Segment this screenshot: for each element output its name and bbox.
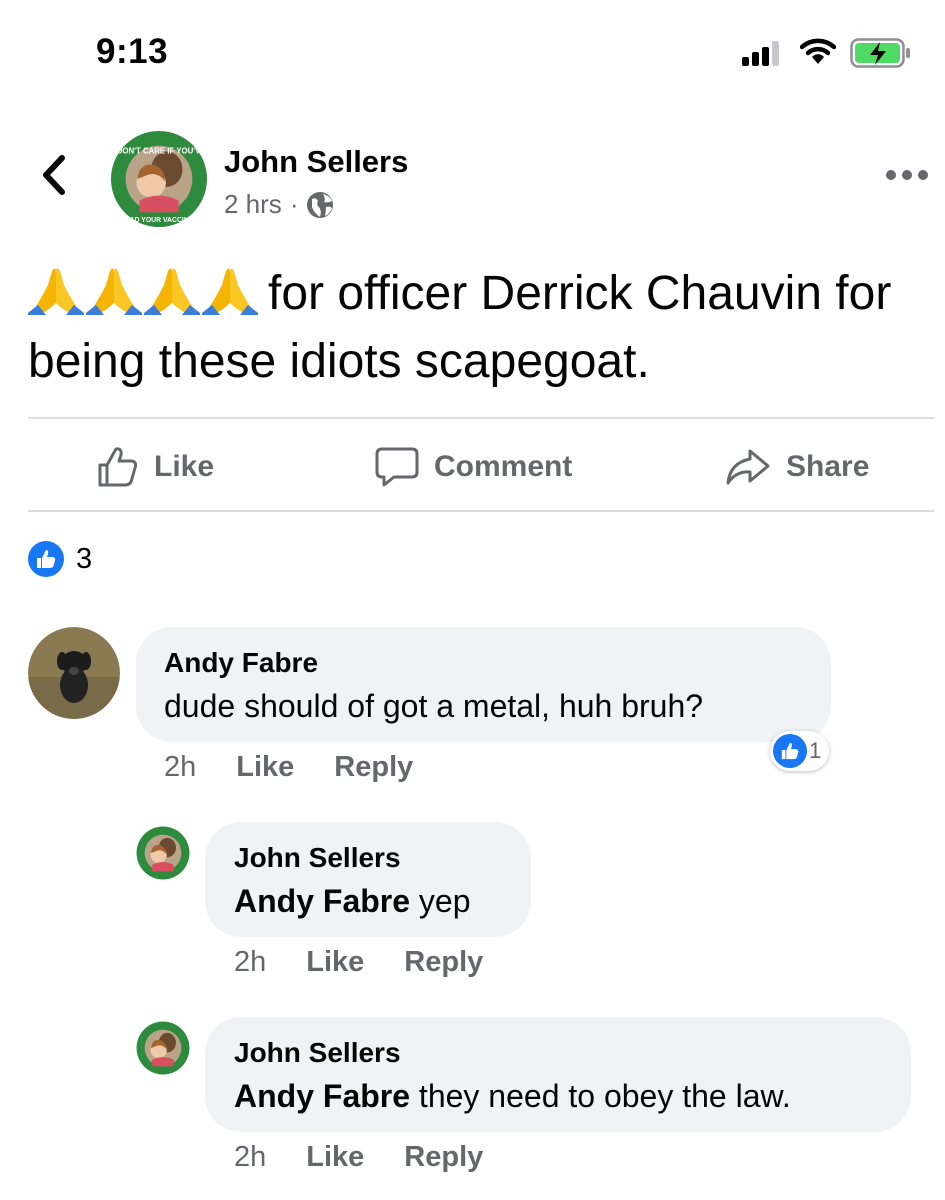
- like-button-label: Like: [154, 450, 215, 483]
- back-chevron-icon[interactable]: [34, 150, 74, 200]
- praying-hands-icon: [144, 268, 200, 315]
- globe-icon: [307, 191, 334, 218]
- reactions-summary[interactable]: 3: [28, 541, 92, 577]
- like-button[interactable]: Like: [96, 445, 214, 489]
- comment-author[interactable]: John Sellers: [234, 1037, 401, 1069]
- praying-hands-icon: [86, 268, 142, 315]
- divider-bottom: [28, 510, 934, 512]
- comment-like-button[interactable]: Like: [236, 751, 294, 784]
- comment-reply-button[interactable]: Reply: [404, 1141, 483, 1174]
- divider-top: [28, 417, 934, 419]
- comment-actions: 2h Like Reply: [164, 751, 453, 784]
- comment-button[interactable]: Comment: [374, 445, 572, 489]
- cellular-signal-icon: [742, 40, 782, 66]
- comment-time[interactable]: 2h: [234, 1141, 266, 1174]
- meta-separator: ·: [289, 189, 299, 219]
- comment-body: yep: [410, 883, 471, 919]
- share-button-label: Share: [786, 450, 870, 483]
- comment-body: they need to obey the law.: [410, 1078, 791, 1114]
- battery-charging-icon: [850, 38, 910, 68]
- comment-time[interactable]: 2h: [164, 751, 196, 784]
- reply-author-avatar[interactable]: [136, 826, 190, 880]
- comment-body: dude should of got a metal, huh bruh?: [164, 688, 704, 724]
- like-reaction-icon: [773, 734, 807, 768]
- post-meta: 2 hrs ·: [224, 189, 334, 220]
- comment-reply-button[interactable]: Reply: [404, 946, 483, 979]
- reaction-count: 3: [76, 542, 93, 575]
- commenter-avatar-dog[interactable]: [28, 627, 120, 719]
- comment-author[interactable]: John Sellers: [234, 842, 401, 874]
- comment-time[interactable]: 2h: [234, 946, 266, 979]
- post-author-name[interactable]: John Sellers: [224, 144, 408, 180]
- avatar-badge-top-text: I DON'T CARE IF YOU'VE: [112, 147, 205, 156]
- comment-button-label: Comment: [434, 450, 573, 483]
- comment-reaction-count: 1: [809, 738, 822, 763]
- comment-reaction-badge[interactable]: 1: [770, 731, 830, 771]
- comment-text: Andy Fabre yep: [234, 883, 471, 920]
- comment-actions: 2h Like Reply: [234, 946, 523, 979]
- wifi-icon: [800, 38, 836, 64]
- comment-bubble-icon: [375, 447, 419, 487]
- share-arrow-icon: [726, 449, 770, 485]
- comment-like-button[interactable]: Like: [306, 946, 364, 979]
- like-reaction-icon: [28, 541, 64, 577]
- comment-actions: 2h Like Reply: [234, 1141, 523, 1174]
- post-time[interactable]: 2 hrs: [224, 189, 282, 220]
- praying-hands-icon: [28, 268, 84, 315]
- share-button[interactable]: Share: [724, 445, 869, 489]
- status-time: 9:13: [96, 32, 169, 71]
- reply-author-avatar[interactable]: [136, 1021, 190, 1075]
- author-avatar[interactable]: I DON'T CARE IF YOU'VE HAD YOUR VACCINE: [110, 130, 208, 228]
- comment-text: dude should of got a metal, huh bruh?: [164, 688, 703, 725]
- comment-like-button[interactable]: Like: [306, 1141, 364, 1174]
- thumbs-up-outline-icon: [98, 447, 138, 487]
- more-options-icon[interactable]: [886, 170, 930, 184]
- comment-reply-button[interactable]: Reply: [334, 751, 413, 784]
- praying-hands-emoji-row: [28, 263, 258, 315]
- post-text: for officer Derrick Chauvin for being th…: [28, 260, 928, 396]
- comment-author[interactable]: Andy Fabre: [164, 647, 318, 679]
- avatar-badge-bottom-text: HAD YOUR VACCINE: [125, 217, 194, 224]
- praying-hands-icon: [202, 268, 258, 315]
- comment-mention[interactable]: Andy Fabre: [234, 1078, 410, 1114]
- comment-mention[interactable]: Andy Fabre: [234, 883, 410, 919]
- comment-text: Andy Fabre they need to obey the law.: [234, 1078, 791, 1115]
